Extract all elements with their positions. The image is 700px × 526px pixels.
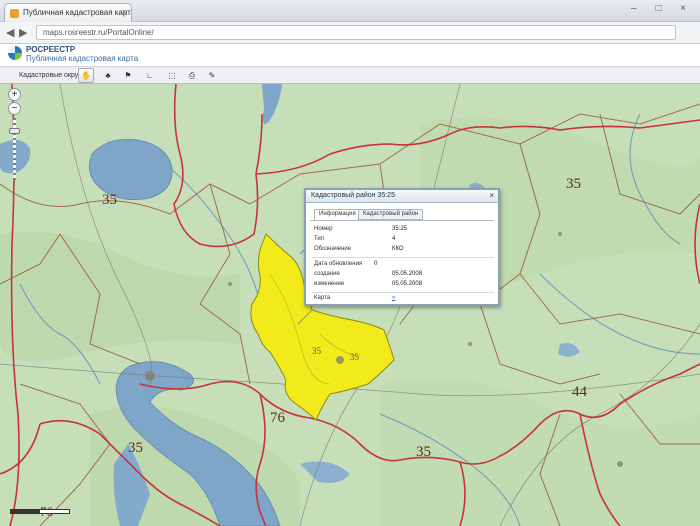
map-canvas[interactable]: 35 35 35 35 35 35 44 76 76 + − Кадастров… bbox=[0, 84, 700, 526]
pan-hand-icon[interactable]: ✋ bbox=[78, 68, 94, 83]
row-value: 4 bbox=[392, 236, 396, 242]
row-value: 0 bbox=[374, 261, 378, 267]
tab-title: Публичная кадастровая карта bbox=[23, 8, 132, 17]
measure-icon[interactable]: ∟ bbox=[142, 68, 158, 83]
browser-tab-strip: Публичная кадастровая карта × – □ × bbox=[0, 0, 700, 22]
row-key: Обозначение bbox=[314, 246, 352, 252]
popup-title: Кадастровый район 35:25 bbox=[306, 190, 498, 203]
forward-icon[interactable]: ▶ bbox=[19, 26, 27, 39]
tab-district[interactable]: Кадастровый район bbox=[358, 209, 424, 220]
selection-icon[interactable]: ⬚ bbox=[164, 68, 180, 83]
tab-close-icon[interactable]: × bbox=[122, 7, 127, 17]
row-value: 05.05.2008 bbox=[392, 281, 423, 287]
map-toolbar: Кадастровые округа ▾ ✋ ♣ ⚑ ∟ ⬚ ⎙ ✎ bbox=[0, 66, 700, 84]
row-key: Номер bbox=[314, 226, 333, 232]
region-label: 35 bbox=[566, 176, 581, 192]
region-label: 35 bbox=[102, 192, 117, 208]
window-controls[interactable]: – □ × bbox=[631, 3, 694, 14]
row-key: Карта bbox=[314, 295, 331, 301]
address-bar: ◀ ▶ maps.rosreestr.ru/PortalOnline/ bbox=[0, 22, 700, 44]
print-icon[interactable]: ⎙ bbox=[184, 68, 200, 83]
popup-row: Карта » bbox=[314, 295, 494, 303]
tab-info[interactable]: Информация bbox=[314, 209, 361, 220]
browser-tab[interactable]: Публичная кадастровая карта × bbox=[4, 3, 132, 22]
zoom-control: + − bbox=[8, 88, 22, 208]
region-label: 76 bbox=[270, 410, 285, 426]
popup-row: Тип 4 bbox=[314, 236, 494, 244]
brand-title: РОСРЕЕСТР bbox=[26, 45, 76, 54]
divider bbox=[312, 292, 494, 293]
popup-row: Обозначение ККО bbox=[314, 246, 494, 254]
app-header: РОСРЕЕСТР Публичная кадастровая карта bbox=[0, 44, 700, 66]
zoom-in-button[interactable]: + bbox=[8, 88, 21, 101]
row-key: Дата обновления bbox=[314, 261, 363, 267]
url-field[interactable]: maps.rosreestr.ru/PortalOnline/ bbox=[36, 25, 676, 40]
rosreestr-logo-icon bbox=[8, 46, 22, 60]
popup-close-icon[interactable]: × bbox=[489, 191, 494, 200]
divider bbox=[312, 257, 494, 258]
popup-row: Дата обновления 0 bbox=[314, 261, 494, 269]
district-label: 35 bbox=[312, 346, 321, 356]
identify-icon[interactable]: ⚑ bbox=[120, 68, 136, 83]
map-link[interactable]: » bbox=[392, 295, 395, 301]
row-value: 35:25 bbox=[392, 226, 408, 232]
row-key: создание bbox=[314, 271, 340, 277]
row-key: изменение bbox=[314, 281, 345, 287]
row-value: ККО bbox=[392, 246, 404, 252]
popup-row: создание 05.05.2008 bbox=[314, 271, 494, 279]
scale-bar bbox=[10, 509, 70, 514]
favicon-icon bbox=[10, 9, 19, 18]
popup-row: изменение 05.05.2008 bbox=[314, 281, 494, 289]
browser-window: Публичная кадастровая карта × – □ × ◀ ▶ … bbox=[0, 0, 700, 526]
tree-icon[interactable]: ♣ bbox=[100, 68, 116, 83]
brand-subtitle: Публичная кадастровая карта bbox=[26, 54, 139, 63]
popup-row: Номер 35:25 bbox=[314, 226, 494, 234]
row-value: 05.05.2008 bbox=[392, 271, 423, 277]
settings-icon[interactable]: ✎ bbox=[204, 68, 220, 83]
tab-divider bbox=[310, 220, 494, 221]
row-key: Тип bbox=[314, 236, 325, 242]
back-icon[interactable]: ◀ bbox=[6, 26, 14, 39]
zoom-out-button[interactable]: − bbox=[8, 102, 21, 115]
info-popup: Кадастровый район 35:25 × Информация Кад… bbox=[304, 188, 500, 306]
region-label: 44 bbox=[572, 384, 587, 400]
region-label: 35 bbox=[416, 444, 431, 460]
region-label: 35 bbox=[128, 440, 143, 456]
zoom-slider-handle[interactable] bbox=[9, 128, 20, 134]
district-label: 35 bbox=[350, 352, 359, 362]
